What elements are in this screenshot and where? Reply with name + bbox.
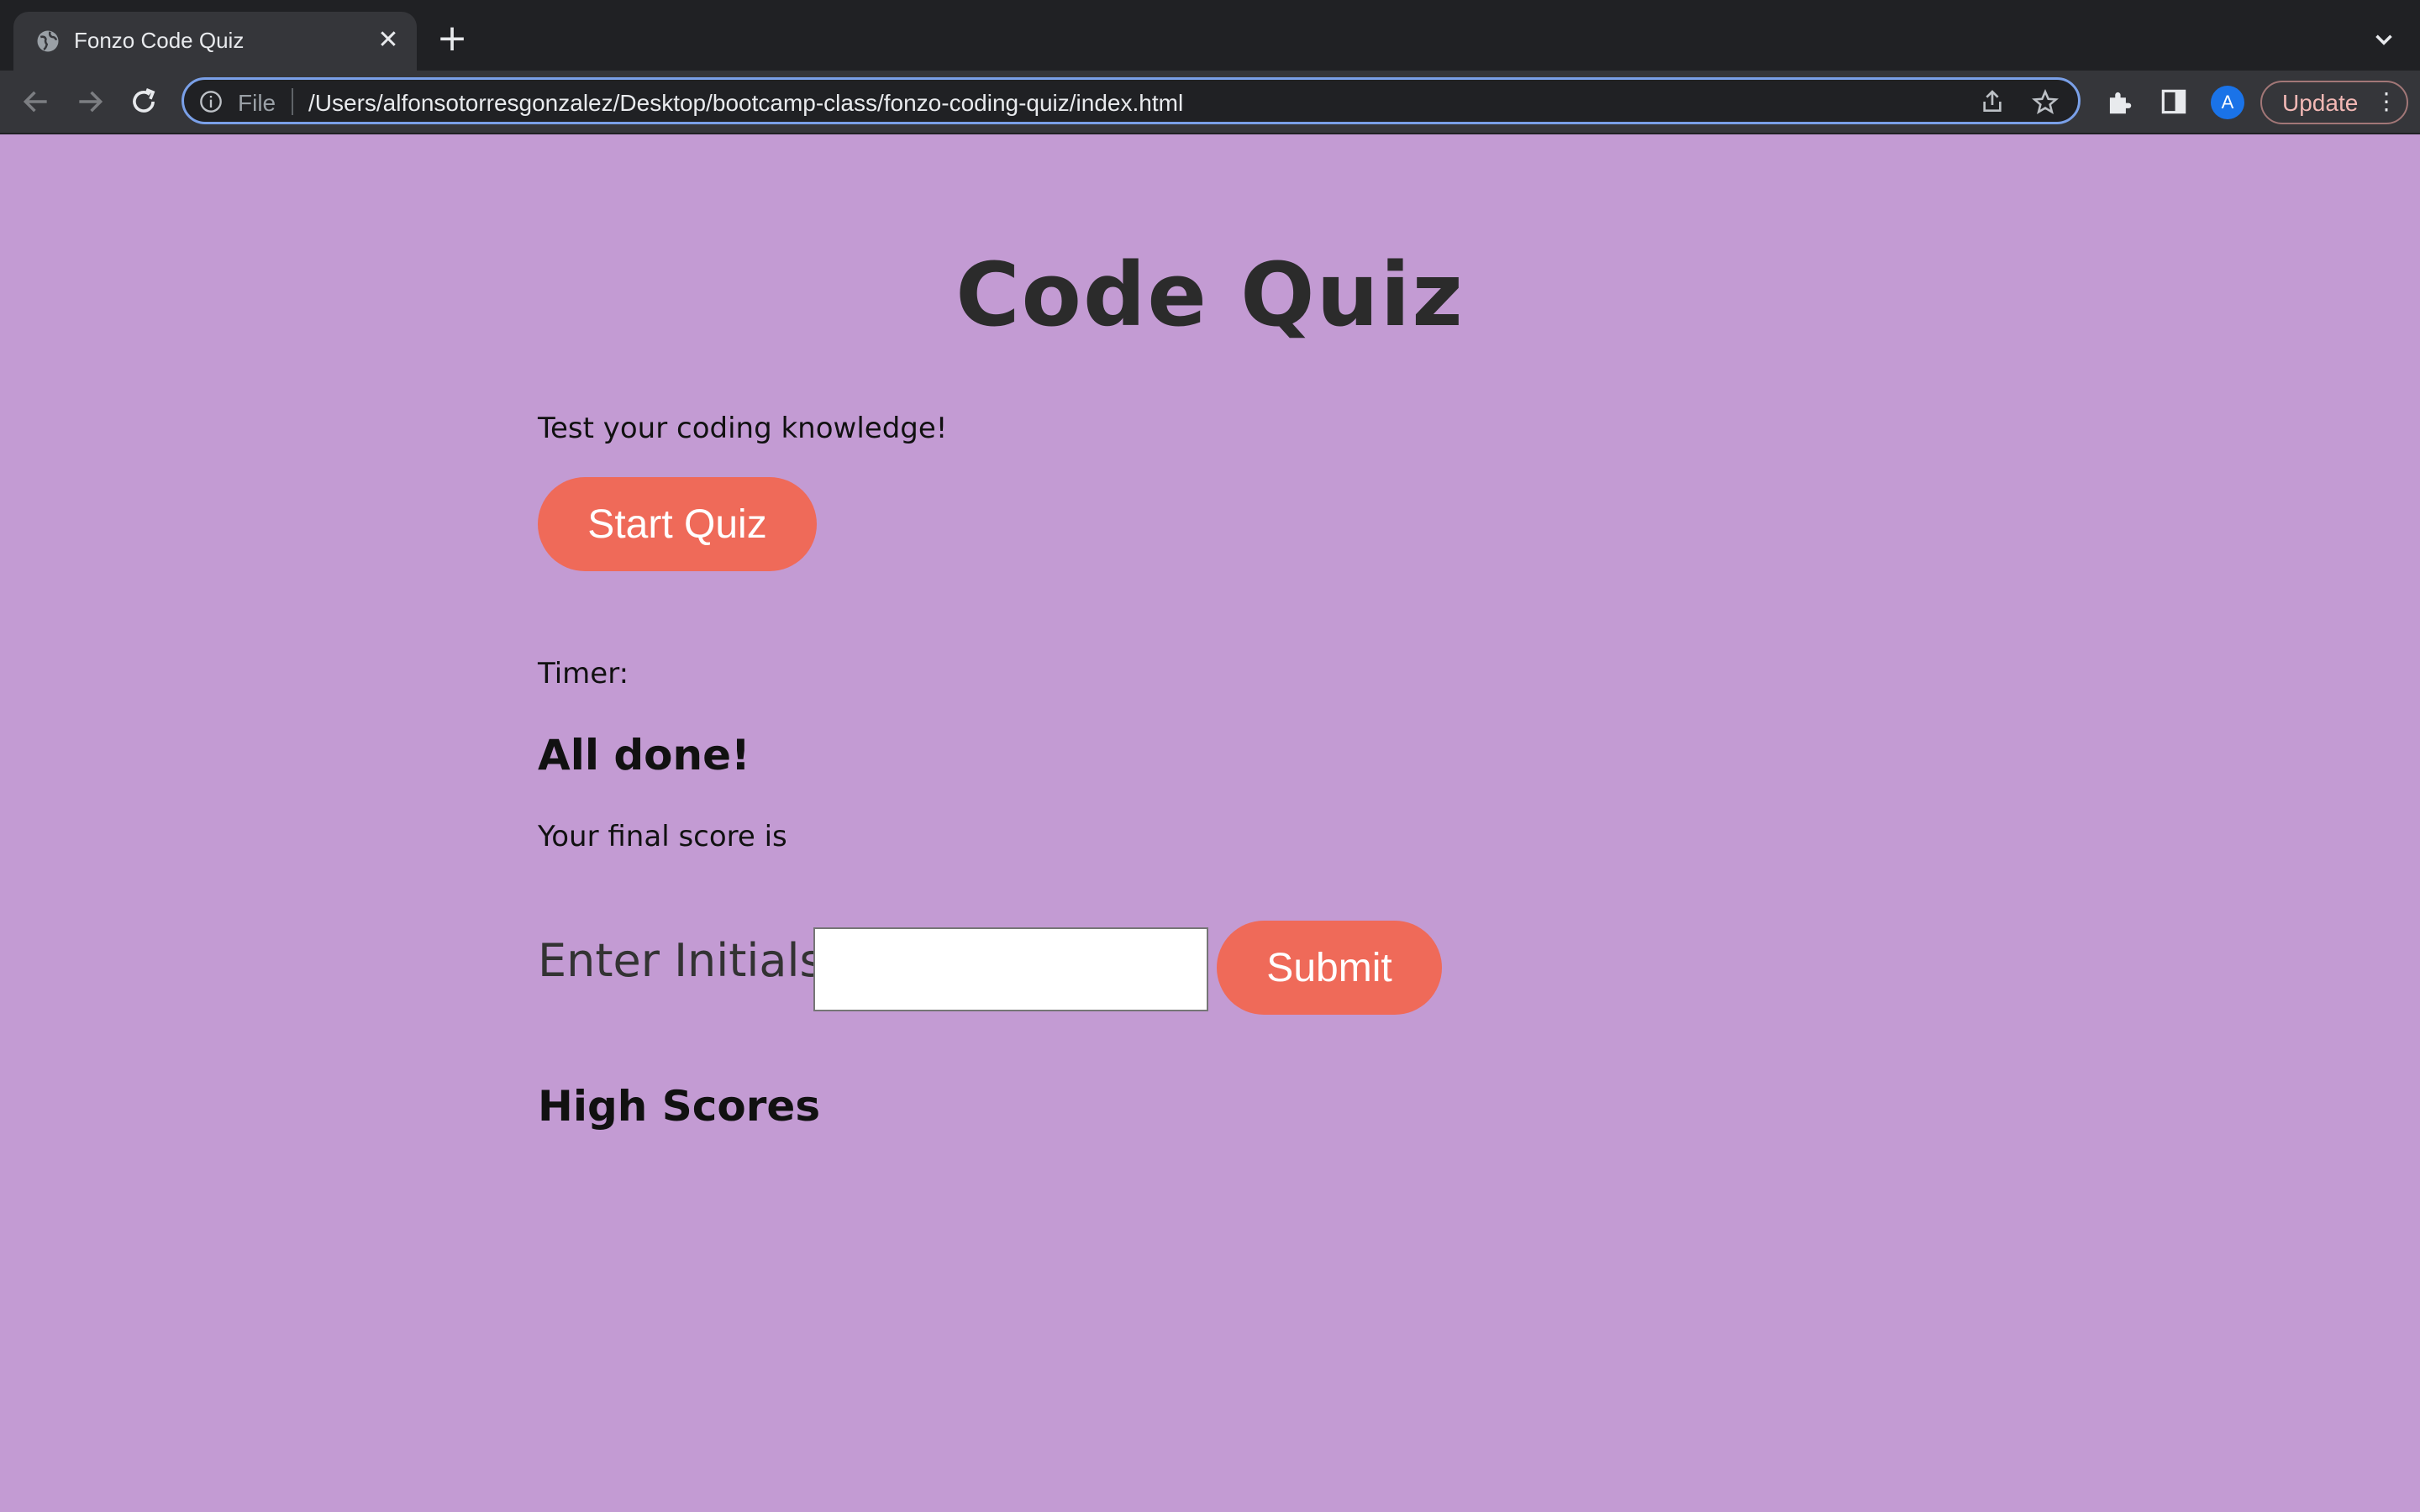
reload-icon[interactable] — [128, 86, 160, 118]
back-icon[interactable] — [20, 86, 52, 118]
close-icon[interactable]: ✕ — [373, 25, 403, 55]
side-panel-icon[interactable] — [2158, 86, 2190, 118]
info-icon[interactable] — [199, 90, 223, 113]
avatar[interactable]: A — [2211, 86, 2244, 119]
address-divider — [292, 88, 293, 115]
browser-tab[interactable]: Fonzo Code Quiz ✕ — [13, 12, 417, 71]
menu-icon[interactable]: ⋮ — [2375, 89, 2398, 114]
extensions-icon[interactable] — [2103, 86, 2135, 118]
initials-label: Enter Initials: — [538, 934, 839, 987]
chevron-down-icon[interactable] — [2370, 25, 2398, 54]
star-icon[interactable] — [2031, 88, 2060, 117]
page-title: Code Quiz — [955, 244, 1465, 346]
initials-input[interactable] — [813, 927, 1208, 1011]
tab-strip: Fonzo Code Quiz ✕ + — [0, 0, 2420, 71]
intro-text: Test your coding knowledge! — [538, 412, 948, 445]
browser-toolbar: File /Users/alfonsotorresgonzalez/Deskto… — [0, 71, 2420, 134]
submit-button[interactable]: Submit — [1217, 921, 1442, 1015]
start-quiz-button[interactable]: Start Quiz — [538, 477, 817, 571]
timer-label: Timer: — [538, 657, 629, 690]
all-done-heading: All done! — [538, 731, 750, 780]
address-bar[interactable]: File /Users/alfonsotorresgonzalez/Deskto… — [182, 77, 2081, 124]
final-score-text: Your final score is — [538, 820, 787, 853]
update-button[interactable]: Update ⋮ — [2260, 81, 2408, 124]
globe-icon — [37, 30, 59, 52]
address-url[interactable]: /Users/alfonsotorresgonzalez/Desktop/boo… — [308, 90, 1183, 117]
tab-title: Fonzo Code Quiz — [74, 28, 245, 53]
forward-icon[interactable] — [74, 86, 106, 118]
plus-icon[interactable]: + — [435, 20, 469, 57]
high-scores-heading: High Scores — [538, 1082, 821, 1131]
address-scheme: File — [238, 90, 276, 116]
update-label: Update — [2282, 90, 2359, 116]
share-icon[interactable] — [1979, 88, 2006, 115]
